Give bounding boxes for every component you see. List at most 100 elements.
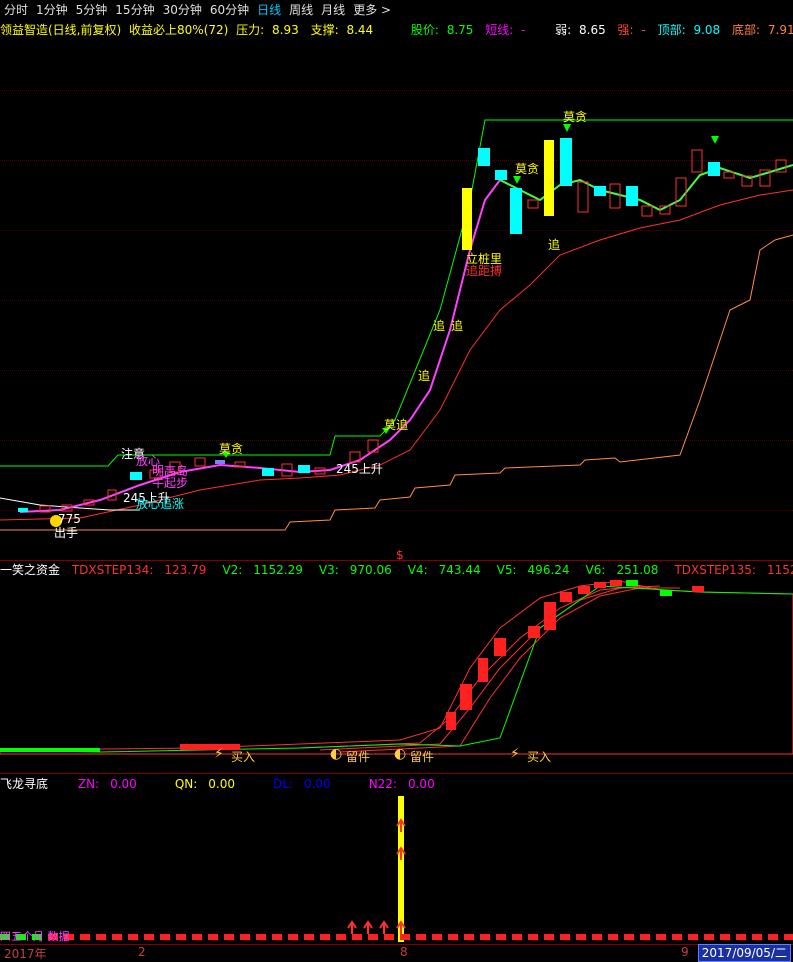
signal-zhui-ju-bo: 追距搏 xyxy=(466,264,503,278)
signal-block xyxy=(480,934,490,940)
x-axis-label: 2017年 xyxy=(4,947,47,961)
signal-zhui: 追 xyxy=(418,369,431,383)
value-number: 970.06 xyxy=(349,563,392,577)
green-ma-line xyxy=(499,164,793,212)
signal-block xyxy=(768,934,778,940)
signal-block xyxy=(544,934,554,940)
signal-block xyxy=(112,934,122,940)
candle xyxy=(18,508,28,512)
signal-block xyxy=(688,934,698,940)
candle xyxy=(478,148,490,166)
candle xyxy=(560,138,572,186)
signal-block xyxy=(192,934,202,940)
signal-block xyxy=(464,934,474,940)
signal-block xyxy=(448,934,458,940)
signal-zhui: 追 xyxy=(433,319,446,333)
signal-block xyxy=(272,934,282,940)
signal-block xyxy=(144,934,154,940)
indicator2-name[interactable]: 一笑之资金 xyxy=(0,563,60,577)
capital-flow-chart[interactable]: ⚡ ◐ ◐ ⚡ xyxy=(0,578,793,770)
candle xyxy=(527,199,539,209)
signal-block xyxy=(288,934,298,940)
signal-zhui: 追 xyxy=(548,238,561,252)
indicator2-value: TDXSTEP135: 1152.29 xyxy=(674,563,793,577)
signal-block xyxy=(336,934,346,940)
value-label: ZN: xyxy=(77,777,100,791)
signal-block xyxy=(560,934,570,940)
value-label: V4: xyxy=(407,563,428,577)
current-date-box: 2017/09/05/二 xyxy=(697,944,791,962)
value-label: TDXSTEP135: xyxy=(674,563,756,577)
indicator2-value: V6: 251.08 xyxy=(586,563,667,577)
indicator2-value: V2: 1152.29 xyxy=(222,563,311,577)
value-number: 123.79 xyxy=(164,563,207,577)
candle xyxy=(510,188,522,234)
signal-mo-tan-top: 莫贪 xyxy=(563,110,588,124)
value-label: DL: xyxy=(273,777,293,791)
signal-block xyxy=(352,934,362,940)
signal-block xyxy=(592,934,602,940)
indicator3-value: ZN: 0.00 xyxy=(78,777,145,791)
buy-icon: ⚡ xyxy=(214,746,224,762)
candle xyxy=(130,472,142,480)
value-number: 251.08 xyxy=(616,563,659,577)
hold-icon: ◐ xyxy=(394,746,406,762)
signal-hold: 留件 xyxy=(410,750,435,764)
value-number: 0.00 xyxy=(208,777,235,791)
signal-block xyxy=(656,934,666,940)
candle xyxy=(215,460,225,464)
flying-dragon-chart[interactable] xyxy=(0,792,793,942)
signal-block xyxy=(320,934,330,940)
candle xyxy=(641,205,653,217)
up-arrow-icon xyxy=(347,818,406,934)
panel-divider xyxy=(0,560,793,561)
signal-mo-tan: 莫贪 xyxy=(219,442,244,456)
signal-block xyxy=(672,934,682,940)
value-number: 0.00 xyxy=(303,777,331,791)
indicator3-name[interactable]: 飞龙寻底 xyxy=(0,777,48,791)
yellow-signal-bar xyxy=(398,796,404,942)
value-label: N22: xyxy=(368,777,397,791)
signal-block xyxy=(208,934,218,940)
x-axis-label: 9 xyxy=(681,945,689,959)
candle xyxy=(577,181,589,213)
signal-245-up: 245上升 xyxy=(336,462,383,476)
signal-block xyxy=(304,934,314,940)
indicator2-bar: 一笑之资金 TDXSTEP134: 123.79 V2: 1152.29 V3: 970.… xyxy=(0,562,793,578)
value-number: 1152.29 xyxy=(253,563,303,577)
indicator3-bar: 飞龙寻底 ZN: 0.00 QN: 0.00 DL: 0.00 N22: 0.00 xyxy=(0,776,793,792)
green-arrow-icon xyxy=(222,124,719,458)
green-resistance-line xyxy=(0,119,793,467)
capital-area xyxy=(0,580,793,755)
signal-block xyxy=(432,934,442,940)
candle xyxy=(262,468,274,476)
buy-icon: ⚡ xyxy=(510,746,520,762)
signal-block xyxy=(496,934,506,940)
signal-mo-zhui: 莫追 xyxy=(384,418,409,432)
value-number: 0.00 xyxy=(407,777,435,791)
signal-block xyxy=(736,934,746,940)
signal-block xyxy=(80,934,90,940)
value-number: 743.44 xyxy=(438,563,481,577)
indicator2-value: V5: 496.24 xyxy=(497,563,578,577)
indicator3-value: QN: 0.00 xyxy=(175,777,243,791)
value-label: QN: xyxy=(174,777,198,791)
magenta-ma-line xyxy=(19,179,501,513)
indicator3-value: N22: 0.00 xyxy=(369,777,443,791)
candle xyxy=(495,170,507,180)
candle xyxy=(544,140,554,216)
signal-block xyxy=(256,934,266,940)
bottom-blocks xyxy=(0,934,793,940)
signal-buy: 买入 xyxy=(527,750,552,764)
signal-block xyxy=(160,934,170,940)
orange-band-line xyxy=(0,234,793,531)
signal-block xyxy=(704,934,714,940)
value-number: 496.24 xyxy=(527,563,570,577)
signal-block xyxy=(720,934,730,940)
signal-block xyxy=(784,934,793,940)
signal-block xyxy=(224,934,234,940)
candle xyxy=(691,149,703,173)
signal-block xyxy=(96,934,106,940)
signal-fang-xin-zhang: 放心追涨 xyxy=(136,497,185,511)
signal-buy: 买入 xyxy=(231,750,256,764)
